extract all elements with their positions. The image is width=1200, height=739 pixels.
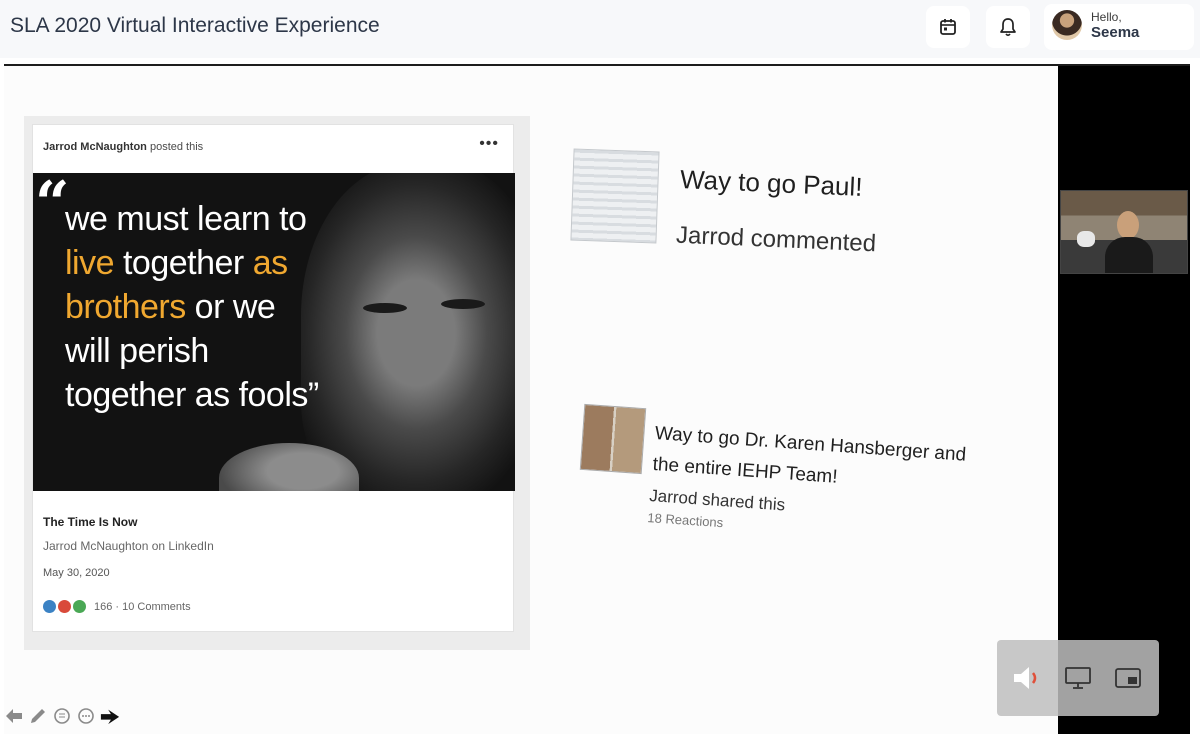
post-title: The Time Is Now (43, 515, 138, 529)
comment-title: Way to go Paul! (679, 164, 864, 202)
notifications-button[interactable] (986, 6, 1030, 48)
shared-post-reactions: 18 Reactions (646, 510, 724, 531)
participant-head (1117, 211, 1139, 239)
participant-body (1105, 237, 1153, 273)
post-reactions: 166 · 10 Comments (43, 600, 191, 613)
post-header: Jarrod McNaughton posted this (43, 141, 203, 153)
post-author: Jarrod McNaughton (43, 141, 147, 153)
screen-share-button[interactable] (1060, 660, 1096, 696)
shared-slide: Jarrod McNaughton posted this ••• “ we m… (4, 66, 1058, 734)
love-reaction-icon (58, 600, 71, 613)
portrait-face (301, 173, 515, 491)
post-action: posted this (149, 141, 204, 153)
picture-in-picture-icon (1115, 668, 1141, 688)
video-stage: Jarrod McNaughton posted this ••• “ we m… (4, 66, 1190, 734)
pen-icon[interactable] (28, 706, 48, 726)
annotation-toolbar (4, 706, 120, 726)
more-icon[interactable] (76, 706, 96, 726)
avatar (1052, 10, 1082, 40)
arrow-left-icon[interactable] (4, 706, 24, 726)
comment-subtitle: Jarrod commented (675, 221, 877, 258)
participant-video[interactable] (1060, 190, 1188, 274)
pointer-icon[interactable] (100, 706, 120, 726)
reaction-count: 166 · 10 Comments (94, 600, 191, 613)
calendar-button[interactable] (926, 6, 970, 48)
circle-icon[interactable] (52, 706, 72, 726)
post-source: Jarrod McNaughton on LinkedIn (43, 539, 214, 553)
quote-highlight: live (65, 244, 115, 282)
portrait-eye (441, 299, 485, 309)
calendar-icon (940, 19, 956, 35)
celebrate-reaction-icon (73, 600, 86, 613)
greeting-label: Hello, (1091, 10, 1122, 24)
top-bar: SLA 2020 Virtual Interactive Experience … (0, 0, 1200, 58)
speaker-icon (1014, 667, 1037, 689)
quote-text: we must learn to live together as brothe… (65, 200, 319, 414)
quote-image: “ we must learn to live together as brot… (33, 173, 515, 491)
video-background-window (1077, 231, 1095, 247)
speaker-button[interactable] (1010, 660, 1046, 696)
like-reaction-icon (43, 600, 56, 613)
user-name: Seema (1091, 24, 1140, 41)
picture-in-picture-button[interactable] (1110, 660, 1146, 696)
portrait-eye (363, 303, 407, 313)
document-thumbnail (570, 148, 660, 244)
team-photo-thumbnail (579, 403, 647, 475)
post-menu-icon: ••• (479, 135, 499, 152)
linkedin-post-card: Jarrod McNaughton posted this ••• “ we m… (32, 124, 515, 632)
video-controls (997, 640, 1159, 716)
monitor-icon (1065, 667, 1091, 689)
app-title: SLA 2020 Virtual Interactive Experience (10, 14, 380, 37)
bell-icon (1000, 18, 1016, 37)
user-menu[interactable]: Hello, Seema (1044, 4, 1194, 50)
post-date: May 30, 2020 (43, 567, 110, 579)
